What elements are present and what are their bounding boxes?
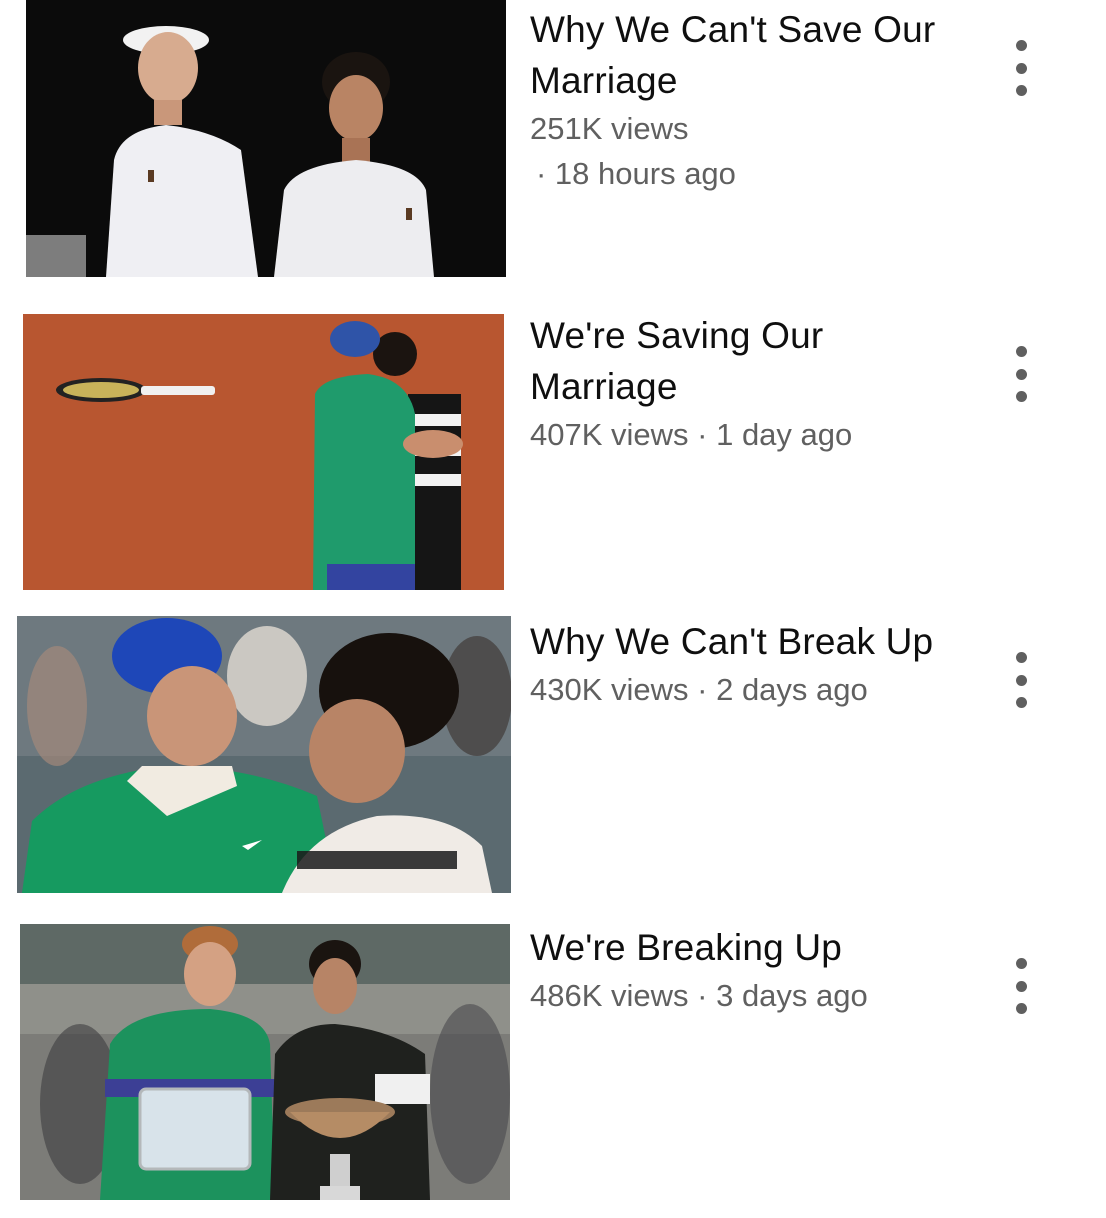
video-meta: 486K views · 3 days ago: [530, 973, 950, 1018]
video-views: 251K views: [530, 111, 689, 146]
video-age: · 3 days ago: [697, 978, 868, 1013]
video-thumbnail[interactable]: [26, 0, 506, 277]
video-views: 430K views: [530, 672, 689, 707]
more-options-icon[interactable]: [1005, 652, 1037, 708]
video-meta: 407K views · 1 day ago: [530, 412, 950, 457]
video-title[interactable]: Why We Can't Save Our Marriage: [530, 4, 950, 106]
video-title[interactable]: Why We Can't Break Up: [530, 616, 950, 667]
video-item[interactable]: Why We Can't Save Our Marriage 251K view…: [0, 0, 1106, 300]
video-thumbnail[interactable]: [23, 314, 504, 590]
video-item[interactable]: Why We Can't Break Up 430K views · 2 day…: [0, 612, 1106, 912]
more-options-icon[interactable]: [1005, 346, 1037, 402]
video-thumbnail[interactable]: [17, 616, 511, 893]
video-thumbnail[interactable]: [20, 924, 510, 1200]
video-age: · 1 day ago: [697, 417, 853, 452]
video-views: 407K views: [530, 417, 689, 452]
video-age: · 2 days ago: [697, 672, 868, 707]
video-title[interactable]: We're Saving Our Marriage: [530, 310, 950, 412]
video-views: 486K views: [530, 978, 689, 1013]
video-title[interactable]: We're Breaking Up: [530, 922, 950, 973]
video-item[interactable]: We're Saving Our Marriage 407K views · 1…: [0, 306, 1106, 606]
video-age: · 18 hours ago: [536, 156, 736, 191]
more-options-icon[interactable]: [1005, 958, 1037, 1014]
video-meta: 430K views · 2 days ago: [530, 667, 950, 712]
video-item[interactable]: We're Breaking Up 486K views · 3 days ag…: [0, 918, 1106, 1218]
more-options-icon[interactable]: [1005, 40, 1037, 96]
